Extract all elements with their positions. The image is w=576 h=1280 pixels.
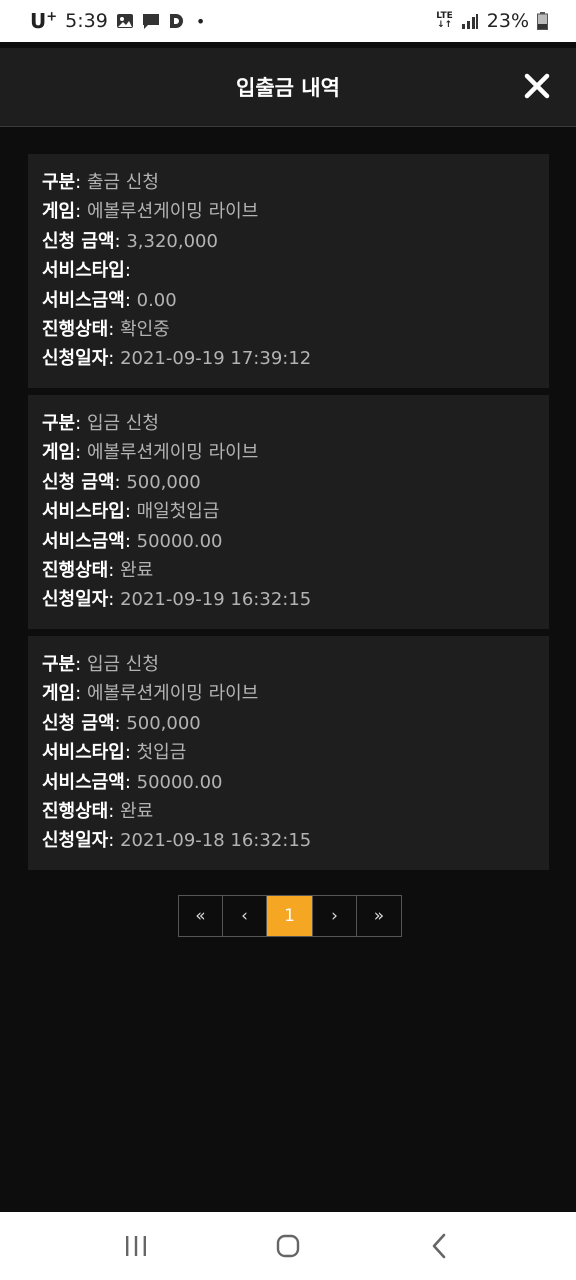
service-type-row: 서비스타입: — [42, 260, 131, 282]
more-notifications-icon: • — [195, 11, 206, 31]
status-bar-right: LTE ↓↑ 23% — [436, 10, 548, 32]
service-amount-row: 서비스금액: 50000.00 — [42, 771, 223, 793]
game-row: 게임: 에볼루션게이밍 라이브 — [42, 442, 259, 464]
service-amount-value: 0.00 — [136, 289, 177, 311]
status-bar-left: U+ 5:39 • — [30, 9, 205, 33]
current-page-button[interactable]: 1 — [267, 896, 313, 936]
service-type-row: 서비스타입: 매일첫입금 — [42, 501, 220, 523]
service-amount-value: 50000.00 — [136, 771, 223, 793]
prev-page-button[interactable]: ‹ — [223, 896, 267, 936]
service-type-value: 매일첫입금 — [136, 501, 220, 523]
service-type-row: 서비스타입: 첫입금 — [42, 742, 187, 764]
system-nav-bar — [0, 1212, 576, 1280]
clock-text: 5:39 — [65, 10, 108, 32]
transaction-card: 구분: 입금 신청 게임: 에볼루션게이밍 라이브 신청 금액: 500,000… — [28, 636, 549, 870]
date-row: 신청일자: 2021-09-18 16:32:15 — [42, 830, 312, 852]
transaction-list: 구분: 출금 신청 게임: 에볼루션게이밍 라이브 신청 금액: 3,320,0… — [28, 154, 549, 877]
date-value: 2021-09-18 16:32:15 — [120, 830, 312, 852]
home-icon — [276, 1234, 300, 1258]
status-row: 진행상태: 완료 — [42, 800, 154, 822]
status-row: 진행상태: 확인중 — [42, 318, 170, 340]
type-row: 구분: 입금 신청 — [42, 654, 159, 675]
last-page-button[interactable]: » — [357, 896, 401, 936]
close-icon — [524, 73, 550, 99]
transaction-card: 구분: 출금 신청 게임: 에볼루션게이밍 라이브 신청 금액: 3,320,0… — [28, 154, 549, 388]
recent-apps-button[interactable] — [106, 1216, 166, 1276]
carrier-label: U+ — [30, 9, 58, 33]
next-page-button[interactable]: › — [313, 896, 357, 936]
status-value: 완료 — [120, 800, 154, 822]
date-value: 2021-09-19 16:32:15 — [120, 589, 312, 611]
type-value: 입금 신청 — [86, 654, 159, 675]
first-page-button[interactable]: « — [179, 896, 223, 936]
amount-row: 신청 금액: 500,000 — [42, 471, 201, 493]
amount-value: 500,000 — [126, 471, 201, 493]
modal-header: 입출금 내역 — [0, 48, 576, 127]
game-value: 에볼루션게이밍 라이브 — [86, 201, 259, 223]
message-icon — [142, 13, 160, 30]
service-amount-row: 서비스금액: 50000.00 — [42, 530, 223, 552]
gallery-icon — [116, 13, 134, 29]
status-bar: U+ 5:39 • LTE ↓↑ 23% — [0, 0, 576, 42]
type-value: 입금 신청 — [86, 413, 159, 434]
lte-icon: LTE ↓↑ — [436, 11, 453, 30]
back-icon — [432, 1233, 446, 1259]
home-button[interactable] — [258, 1216, 318, 1276]
battery-icon — [537, 12, 548, 30]
transaction-card: 구분: 입금 신청 게임: 에볼루션게이밍 라이브 신청 금액: 500,000… — [28, 395, 549, 629]
date-row: 신청일자: 2021-09-19 16:32:15 — [42, 589, 312, 611]
date-row: 신청일자: 2021-09-19 17:39:12 — [42, 348, 312, 370]
close-button[interactable] — [520, 69, 554, 103]
battery-text: 23% — [486, 10, 529, 32]
date-value: 2021-09-19 17:39:12 — [120, 348, 312, 370]
service-type-value: 첫입금 — [136, 742, 187, 764]
type-row: 구분: 출금 신청 — [42, 172, 159, 193]
game-value: 에볼루션게이밍 라이브 — [86, 683, 259, 705]
signal-icon — [461, 13, 479, 29]
type-row: 구분: 입금 신청 — [42, 413, 159, 434]
game-row: 게임: 에볼루션게이밍 라이브 — [42, 201, 259, 223]
back-button[interactable] — [410, 1216, 470, 1276]
status-value: 확인중 — [120, 318, 170, 340]
app-d-icon — [168, 13, 184, 29]
amount-value: 3,320,000 — [126, 230, 218, 252]
amount-value: 500,000 — [126, 712, 201, 734]
pagination: « ‹ 1 › » — [178, 895, 402, 937]
type-value: 출금 신청 — [86, 172, 159, 193]
service-amount-row: 서비스금액: 0.00 — [42, 289, 177, 311]
recent-apps-icon — [126, 1236, 146, 1256]
status-row: 진행상태: 완료 — [42, 559, 154, 581]
amount-row: 신청 금액: 500,000 — [42, 712, 201, 734]
game-value: 에볼루션게이밍 라이브 — [86, 442, 259, 464]
service-amount-value: 50000.00 — [136, 530, 223, 552]
status-value: 완료 — [120, 559, 154, 581]
amount-row: 신청 금액: 3,320,000 — [42, 230, 218, 252]
game-row: 게임: 에볼루션게이밍 라이브 — [42, 683, 259, 705]
page-title: 입출금 내역 — [236, 76, 340, 100]
